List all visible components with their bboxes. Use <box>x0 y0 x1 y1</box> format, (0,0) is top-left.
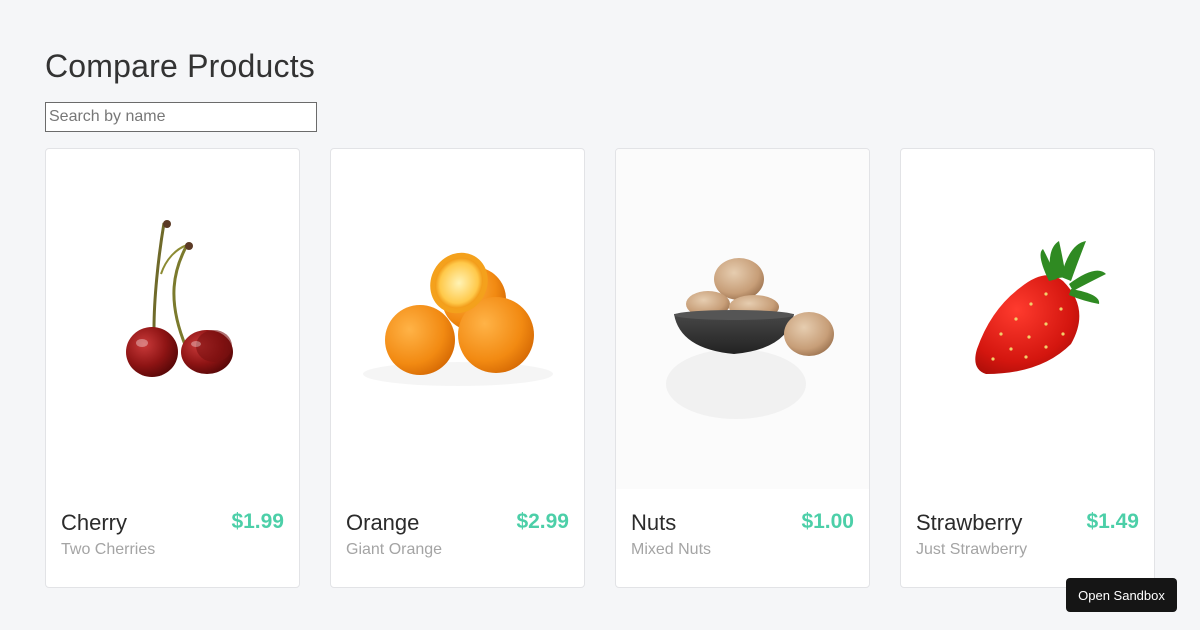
page-title: Compare Products <box>45 48 315 84</box>
product-price: $1.00 <box>801 510 854 533</box>
product-description: Giant Orange <box>346 541 443 558</box>
product-price: $1.49 <box>1086 510 1139 533</box>
open-sandbox-button[interactable]: Open Sandbox <box>1066 578 1177 612</box>
product-list: Cherry $1.99 Two Cherries Orange $2.99 G… <box>45 148 1155 588</box>
product-description: Two Cherries <box>61 541 156 558</box>
cherry-image <box>126 220 233 377</box>
nuts-image <box>616 149 869 489</box>
product-name: Cherry <box>61 510 128 535</box>
product-card-cherry[interactable]: Cherry $1.99 Two Cherries <box>45 148 300 588</box>
product-description: Mixed Nuts <box>631 541 712 558</box>
product-price: $1.99 <box>231 510 284 533</box>
product-card-nuts[interactable]: Nuts $1.00 Mixed Nuts <box>615 148 870 588</box>
product-card-strawberry[interactable]: Strawberry $1.49 Just Strawberry <box>900 148 1155 588</box>
product-name: Nuts <box>631 510 677 535</box>
product-price: $2.99 <box>516 510 569 533</box>
orange-image <box>363 252 553 386</box>
product-card-orange[interactable]: Orange $2.99 Giant Orange <box>330 148 585 588</box>
product-name: Orange <box>346 510 420 535</box>
product-name: Strawberry <box>916 510 1023 535</box>
product-description: Just Strawberry <box>916 541 1028 558</box>
strawberry-image <box>975 241 1106 374</box>
page: Compare Products C <box>0 0 1200 630</box>
search-input[interactable] <box>45 102 317 132</box>
